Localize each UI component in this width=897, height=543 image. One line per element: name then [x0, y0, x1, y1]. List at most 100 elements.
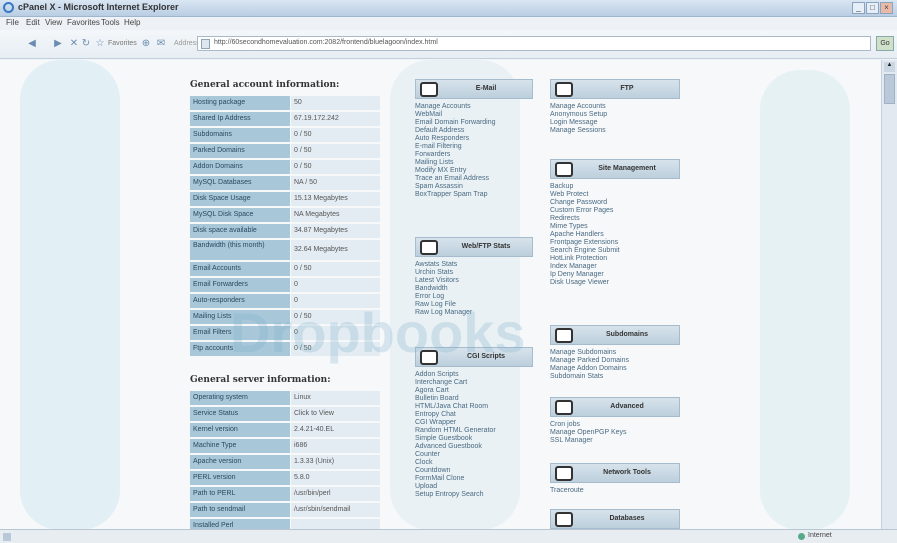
- panel-link[interactable]: Forwarders: [415, 151, 450, 159]
- panel-link[interactable]: Redirects: [550, 215, 580, 223]
- info-label: Kernel version: [190, 423, 290, 437]
- panel-link[interactable]: Disk Usage Viewer: [550, 279, 609, 287]
- page-status-icon: [3, 533, 11, 541]
- panel-link[interactable]: Backup: [550, 183, 573, 191]
- panel-link[interactable]: HotLink Protection: [550, 255, 607, 263]
- panel-link[interactable]: Mailing Lists: [415, 159, 454, 167]
- info-label: Installed Perl: [190, 519, 290, 529]
- info-value: Linux: [291, 391, 380, 405]
- panel-link[interactable]: Setup Entropy Search: [415, 491, 484, 499]
- panel-link[interactable]: WebMail: [415, 111, 442, 119]
- menu-tools[interactable]: Tools: [101, 18, 120, 27]
- panel-link[interactable]: Interchange Cart: [415, 379, 467, 387]
- info-value[interactable]: Click to View: [291, 407, 380, 421]
- panel-link[interactable]: Agora Cart: [415, 387, 449, 395]
- panel-link[interactable]: Traceroute: [550, 487, 584, 495]
- panel-link[interactable]: Bulletin Board: [415, 395, 459, 403]
- address-url[interactable]: http://60secondhomevaluation.com:2082/fr…: [214, 39, 438, 46]
- panel-link[interactable]: Spam Assassin: [415, 183, 463, 191]
- info-row: Apache version 1.3.33 (Unix): [190, 455, 380, 470]
- panel-link[interactable]: Manage Sessions: [550, 127, 606, 135]
- panel-header-db: Databases: [550, 509, 680, 529]
- internet-zone-icon: [798, 533, 805, 540]
- panel-link[interactable]: Bandwidth: [415, 285, 448, 293]
- panel-link[interactable]: Upload: [415, 483, 437, 491]
- menu-view[interactable]: View: [45, 18, 62, 27]
- panel-link[interactable]: Change Password: [550, 199, 607, 207]
- panel-link[interactable]: Awstats Stats: [415, 261, 457, 269]
- panel-link[interactable]: Anonymous Setup: [550, 111, 607, 119]
- vertical-scrollbar[interactable]: ▲: [881, 60, 897, 529]
- close-button[interactable]: ×: [880, 2, 893, 14]
- scrollbar-thumb[interactable]: [884, 74, 895, 104]
- panel-link[interactable]: Addon Scripts: [415, 371, 459, 379]
- panel-link[interactable]: Login Message: [550, 119, 597, 127]
- panel-link[interactable]: Advanced Guestbook: [415, 443, 482, 451]
- panel-link[interactable]: Subdomain Stats: [550, 373, 603, 381]
- info-value: [291, 519, 380, 529]
- menu-file[interactable]: File: [6, 18, 19, 27]
- panel-link[interactable]: Simple Guestbook: [415, 435, 472, 443]
- panel-link[interactable]: Cron jobs: [550, 421, 580, 429]
- panel-link[interactable]: Random HTML Generator: [415, 427, 496, 435]
- panel-link[interactable]: CGI Wrapper: [415, 419, 456, 427]
- maximize-button[interactable]: □: [866, 2, 879, 14]
- panel-link[interactable]: Modify MX Entry: [415, 167, 466, 175]
- panel-link[interactable]: SSL Manager: [550, 437, 593, 445]
- panel-link[interactable]: Auto Responders: [415, 135, 469, 143]
- go-button[interactable]: Go: [876, 36, 894, 51]
- panel-link[interactable]: Default Address: [415, 127, 464, 135]
- panel-link[interactable]: Web Protect: [550, 191, 588, 199]
- mail-icon[interactable]: ✉: [155, 38, 167, 50]
- panel-link[interactable]: Entropy Chat: [415, 411, 456, 419]
- panel-link[interactable]: Urchin Stats: [415, 269, 453, 277]
- panel-link[interactable]: Manage Addon Domains: [550, 365, 627, 373]
- info-value: 0 / 50: [291, 262, 380, 276]
- panel-link[interactable]: E-mail Filtering: [415, 143, 462, 151]
- panel-link[interactable]: Email Domain Forwarding: [415, 119, 496, 127]
- menu-favorites[interactable]: Favorites: [67, 18, 100, 27]
- minimize-button[interactable]: _: [852, 2, 865, 14]
- panel-link[interactable]: FormMail Clone: [415, 475, 464, 483]
- refresh-icon[interactable]: ↻: [80, 38, 92, 50]
- history-icon[interactable]: ⊕: [140, 38, 152, 50]
- panel-link[interactable]: Manage Parked Domains: [550, 357, 629, 365]
- info-label: Disk Space Usage: [190, 192, 290, 206]
- panel-link[interactable]: Countdown: [415, 467, 450, 475]
- panel-link[interactable]: Frontpage Extensions: [550, 239, 618, 247]
- favorites-button[interactable]: Favorites: [108, 40, 137, 47]
- panel-link[interactable]: HTML/Java Chat Room: [415, 403, 488, 411]
- panel-link[interactable]: Search Engine Submit: [550, 247, 620, 255]
- panel-link[interactable]: Apache Handlers: [550, 231, 604, 239]
- panel-link[interactable]: Latest Visitors: [415, 277, 459, 285]
- panel-link[interactable]: Counter: [415, 451, 440, 459]
- panel-link[interactable]: Index Manager: [550, 263, 597, 271]
- panel-link[interactable]: Manage Subdomains: [550, 349, 616, 357]
- panel-link[interactable]: Custom Error Pages: [550, 207, 613, 215]
- panel-link[interactable]: Manage OpenPGP Keys: [550, 429, 627, 437]
- favorites-star-icon[interactable]: ☆: [94, 38, 106, 50]
- toolbar: ◀ ▶ ✕ ↻ ☆ Favorites ⊕ ✉ Address http://6…: [0, 30, 897, 59]
- info-row: Bandwidth (this month) 32.64 Megabytes: [190, 240, 380, 260]
- address-bar[interactable]: http://60secondhomevaluation.com:2082/fr…: [197, 36, 871, 51]
- menu-help[interactable]: Help: [124, 18, 140, 27]
- menu-edit[interactable]: Edit: [26, 18, 40, 27]
- panel-title: Databases: [609, 515, 645, 522]
- panel-link[interactable]: Mime Types: [550, 223, 588, 231]
- panel-link[interactable]: Trace an Email Address: [415, 175, 489, 183]
- panel-link[interactable]: Manage Accounts: [550, 103, 606, 111]
- info-row: Hosting package 50: [190, 96, 380, 111]
- panel-header-net: Network Tools: [550, 463, 680, 483]
- back-icon[interactable]: ◀: [26, 38, 38, 50]
- info-value: 0: [291, 278, 380, 292]
- panel-link[interactable]: Manage Accounts: [415, 103, 471, 111]
- panel-header-adv: Advanced: [550, 397, 680, 417]
- panel-link[interactable]: Clock: [415, 459, 433, 467]
- net-icon: [555, 466, 573, 481]
- scroll-up-icon[interactable]: ▲: [884, 62, 895, 72]
- forward-icon[interactable]: ▶: [52, 38, 64, 50]
- info-label: Service Status: [190, 407, 290, 421]
- panel-link[interactable]: Ip Deny Manager: [550, 271, 604, 279]
- panel-link[interactable]: BoxTrapper Spam Trap: [415, 191, 488, 199]
- stop-icon[interactable]: ✕: [68, 38, 80, 50]
